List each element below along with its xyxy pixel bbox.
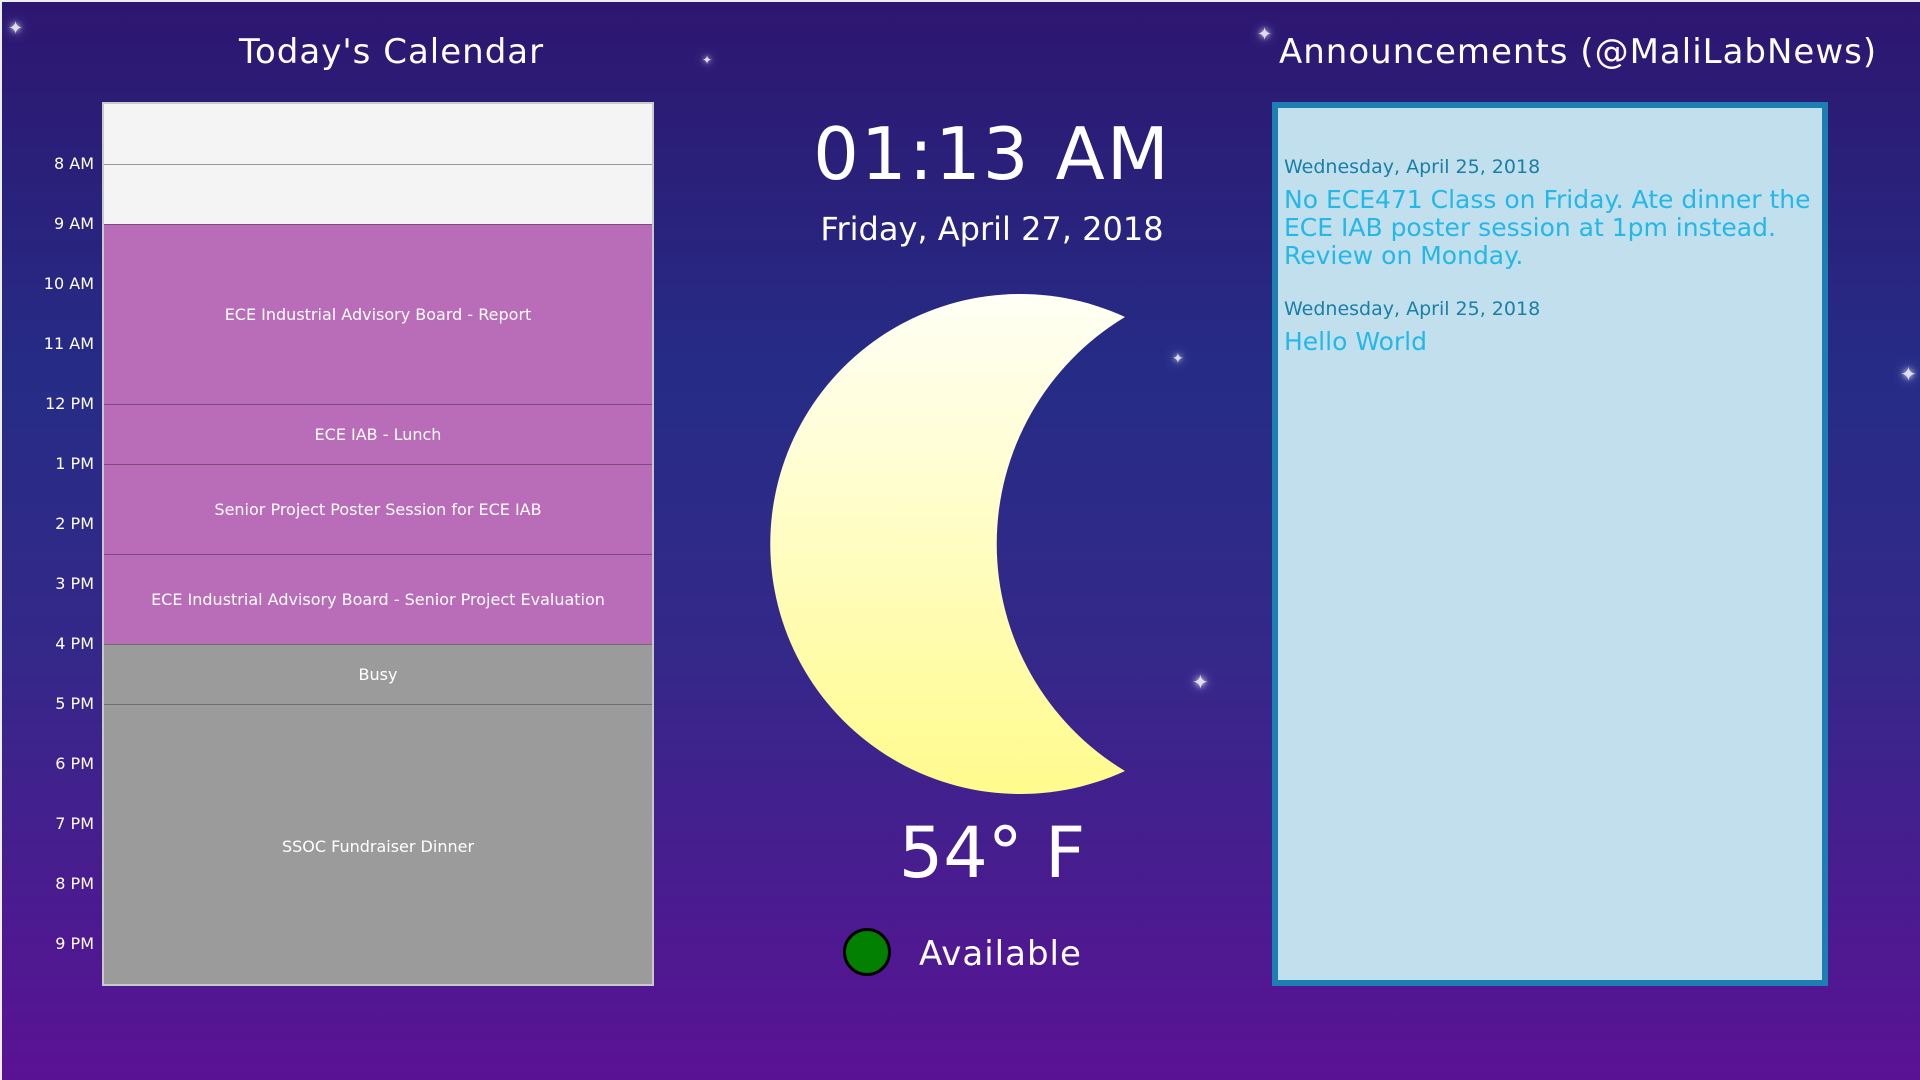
announcement-text: Hello World bbox=[1284, 327, 1427, 356]
announcement-item: Wednesday, April 25, 2018 No ECE471 Clas… bbox=[1284, 156, 1816, 270]
hour-line bbox=[104, 164, 652, 165]
announcement-date: Wednesday, April 25, 2018 bbox=[1284, 298, 1541, 320]
calendar-event[interactable]: Busy bbox=[104, 644, 652, 704]
announcements-title: Announcements (@MaliLabNews) bbox=[1279, 32, 1878, 72]
calendar-event[interactable]: Senior Project Poster Session for ECE IA… bbox=[104, 464, 652, 554]
time-label: 5 PM bbox=[55, 694, 94, 713]
time-label: 10 AM bbox=[43, 274, 94, 293]
time-label: 3 PM bbox=[55, 574, 94, 593]
star-icon: ✦ bbox=[1257, 24, 1273, 45]
time-label: 2 PM bbox=[55, 514, 94, 533]
time-label: 11 AM bbox=[43, 334, 94, 353]
announcement-item: Wednesday, April 25, 2018 Hello World bbox=[1284, 298, 1816, 356]
calendar-event[interactable]: SSOC Fundraiser Dinner bbox=[104, 704, 652, 984]
time-label: 7 PM bbox=[55, 814, 94, 833]
status-indicator-icon bbox=[843, 928, 891, 976]
star-icon: ✦ bbox=[8, 18, 24, 39]
time-label: 12 PM bbox=[45, 394, 94, 413]
clock-time: 01:13 AM bbox=[813, 112, 1171, 196]
crescent-moon-icon bbox=[770, 294, 1125, 794]
calendar-event[interactable]: ECE IAB - Lunch bbox=[104, 404, 652, 464]
calendar-grid: ECE Industrial Advisory Board - Report E… bbox=[102, 102, 654, 986]
time-label: 1 PM bbox=[55, 454, 94, 473]
time-label: 9 AM bbox=[53, 214, 94, 233]
star-icon: ✦ bbox=[1900, 362, 1917, 386]
star-icon: ✦ bbox=[702, 53, 713, 67]
time-label: 6 PM bbox=[55, 754, 94, 773]
time-label: 9 PM bbox=[55, 934, 94, 953]
announcement-date: Wednesday, April 25, 2018 bbox=[1284, 156, 1541, 178]
clock-date: Friday, April 27, 2018 bbox=[820, 210, 1164, 248]
time-label: 4 PM bbox=[55, 634, 94, 653]
calendar-title: Today's Calendar bbox=[239, 32, 545, 72]
temperature: 54° F bbox=[898, 812, 1086, 894]
announcement-text: No ECE471 Class on Friday. Ate dinner th… bbox=[1284, 185, 1811, 270]
time-label: 8 AM bbox=[53, 154, 94, 173]
status-label: Available bbox=[919, 934, 1082, 974]
calendar-event[interactable]: ECE Industrial Advisory Board - Report bbox=[104, 224, 652, 404]
announcements-panel: Wednesday, April 25, 2018 No ECE471 Clas… bbox=[1272, 102, 1828, 986]
calendar-event[interactable]: ECE Industrial Advisory Board - Senior P… bbox=[104, 554, 652, 644]
time-label: 8 PM bbox=[55, 874, 94, 893]
